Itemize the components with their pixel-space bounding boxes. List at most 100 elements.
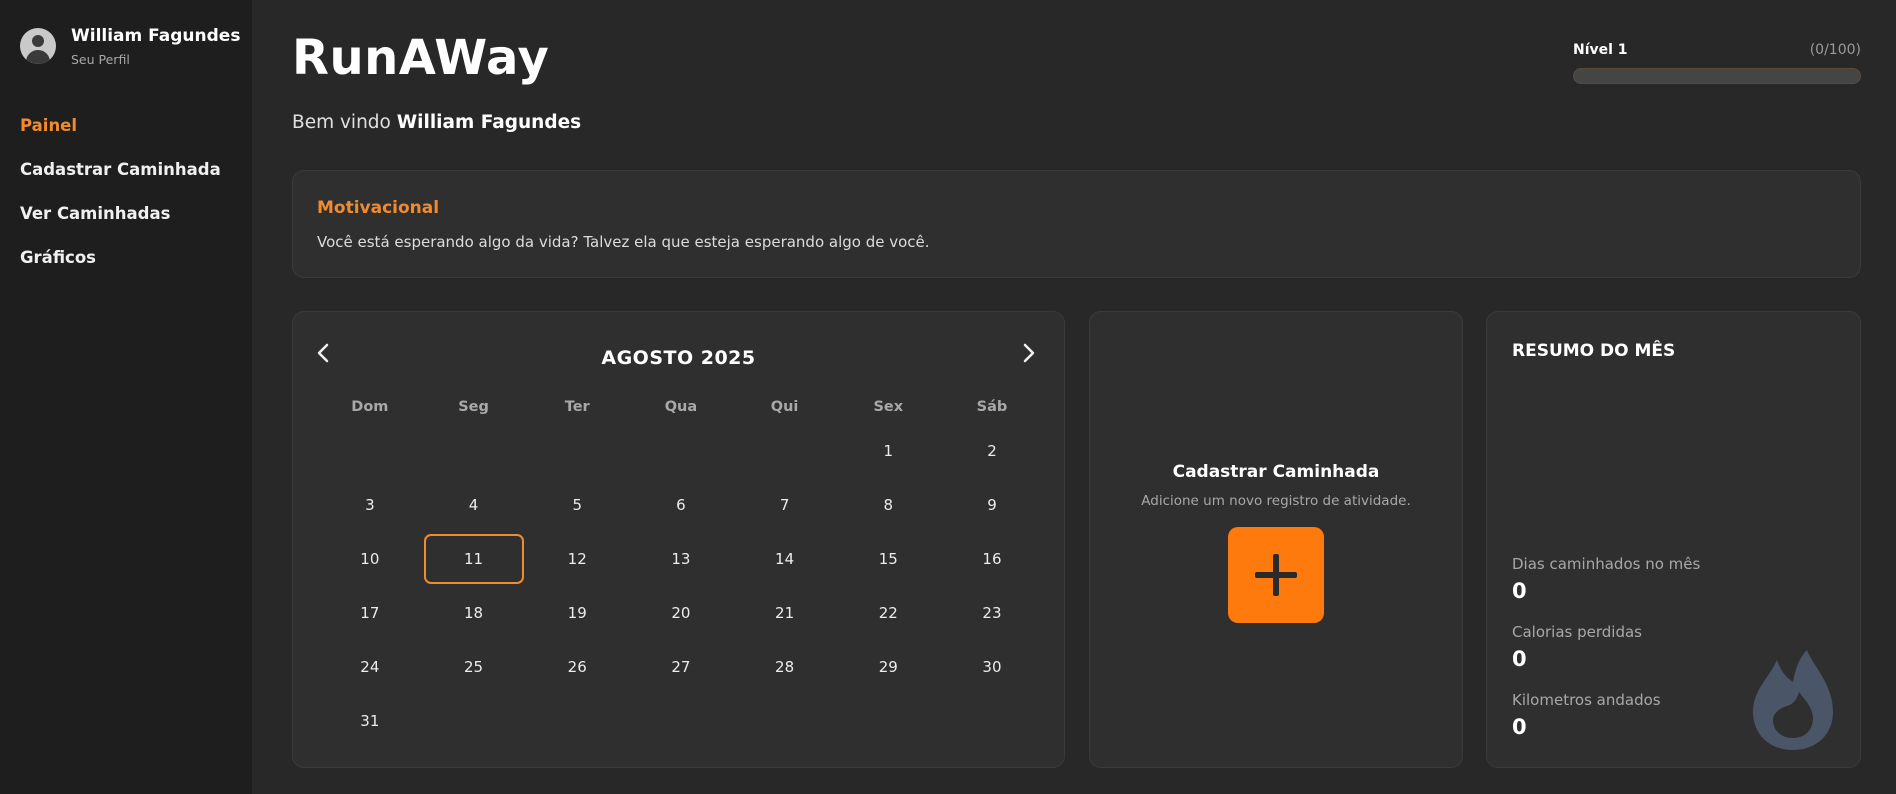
calendar-day[interactable]: 18	[422, 586, 526, 640]
calendar-day[interactable]: 14	[733, 532, 837, 586]
weekday-label: Qua	[664, 399, 698, 415]
welcome-message: Bem vindo William Fagundes	[292, 112, 581, 133]
weekday-label: Qui	[770, 399, 799, 415]
calendar-week-row: 3 4 5 6 7 8 9	[318, 478, 1044, 532]
stat-calories: Calorias perdidas 0	[1512, 623, 1642, 671]
calendar-week-row: 10 11 12 13 14 15 16	[318, 532, 1044, 586]
calendar-day[interactable]: 27	[629, 640, 733, 694]
nav-item-cadastrar-caminhada[interactable]: Cadastrar Caminhada	[20, 159, 221, 203]
calendar-day[interactable]: 7	[733, 478, 837, 532]
calendar-day[interactable]: 13	[629, 532, 733, 586]
calendar-empty-cell	[422, 424, 526, 478]
chevron-right-icon[interactable]	[1017, 342, 1041, 370]
calendar-day-number: 21	[775, 604, 795, 622]
calendar-day[interactable]: 30	[940, 640, 1044, 694]
calendar-day-number: 14	[775, 550, 795, 568]
calendar-day-number: 2	[987, 442, 997, 460]
calendar-day[interactable]: 23	[940, 586, 1044, 640]
stat-value: 0	[1512, 647, 1527, 671]
add-walk-button[interactable]	[1228, 527, 1324, 623]
nav-item-ver-caminhadas[interactable]: Ver Caminhadas	[20, 203, 221, 247]
calendar-day-number	[424, 696, 524, 746]
calendar-empty-cell	[733, 694, 837, 748]
weekday-label: Dom	[351, 399, 389, 415]
calendar-empty-cell	[629, 694, 733, 748]
calendar-week-row: 12	[318, 424, 1044, 478]
calendar-day[interactable]: 5	[525, 478, 629, 532]
calendar-day-number: 1	[883, 442, 894, 460]
calendar-day-number	[527, 696, 627, 746]
welcome-prefix: Bem vindo	[292, 112, 391, 133]
stat-kilometers: Kilometros andados 0	[1512, 691, 1661, 739]
calendar-day-number	[838, 696, 938, 746]
level-label: Nível 1	[1573, 42, 1628, 58]
stat-days-walked: Dias caminhados no mês 0	[1512, 555, 1700, 603]
calendar-day-number: 9	[987, 496, 997, 514]
calendar-day[interactable]: 6	[629, 478, 733, 532]
calendar-day-number: 18	[463, 604, 484, 622]
weekday-label: Seg	[458, 399, 489, 415]
calendar-day[interactable]: 31	[318, 694, 422, 748]
register-walk-title: Cadastrar Caminhada	[1172, 462, 1380, 482]
calendar-day[interactable]: 29	[836, 640, 940, 694]
calendar-day[interactable]: 24	[318, 640, 422, 694]
calendar-day-number: 16	[982, 550, 1002, 568]
stat-label: Calorias perdidas	[1512, 623, 1642, 641]
calendar-day[interactable]: 20	[629, 586, 733, 640]
calendar-day[interactable]: 28	[733, 640, 837, 694]
calendar-day-number: 24	[360, 658, 380, 676]
calendar-day-number: 8	[883, 496, 894, 514]
calendar-day-number: 26	[567, 658, 587, 676]
welcome-name: William Fagundes	[396, 112, 582, 133]
motivational-text: Você está esperando algo da vida? Talvez…	[317, 233, 930, 251]
profile-name: William Fagundes	[71, 26, 241, 46]
calendar-day[interactable]: 2	[940, 424, 1044, 478]
calendar-day[interactable]: 21	[733, 586, 837, 640]
calendar-day-number: 30	[982, 658, 1002, 676]
calendar-empty-cell	[318, 424, 422, 478]
calendar-day[interactable]: 3	[318, 478, 422, 532]
calendar-grid: Dom Seg Ter Qua Qui Sex Sáb 1 2 3 4 5 6 7 8 9 10 11 12 13 1…	[318, 390, 1044, 748]
stat-label: Kilometros andados	[1512, 691, 1661, 709]
calendar-day[interactable]: 19	[525, 586, 629, 640]
stat-value: 0	[1512, 579, 1527, 603]
calendar-day[interactable]: 4	[422, 478, 526, 532]
calendar-day-number: 25	[463, 658, 484, 676]
calendar-day-number: 28	[775, 658, 795, 676]
calendar-day[interactable]: 1	[836, 424, 940, 478]
calendar-day-number	[735, 426, 835, 476]
flame-icon	[1753, 650, 1833, 750]
calendar-day-number	[424, 426, 524, 476]
calendar-weekday-header: Dom Seg Ter Qua Qui Sex Sáb	[318, 390, 1044, 424]
calendar-empty-cell	[422, 694, 526, 748]
sidebar-nav: Painel Cadastrar Caminhada Ver Caminhada…	[20, 115, 221, 291]
profile-link[interactable]: William Fagundes Seu Perfil	[20, 26, 240, 67]
calendar-day[interactable]: 22	[836, 586, 940, 640]
calendar-day[interactable]: 8	[836, 478, 940, 532]
calendar-day[interactable]: 12	[525, 532, 629, 586]
weekday-label: Sáb	[976, 399, 1008, 415]
calendar-day-today[interactable]: 11	[422, 532, 526, 586]
calendar-day[interactable]: 15	[836, 532, 940, 586]
calendar-day[interactable]: 25	[422, 640, 526, 694]
nav-item-graficos[interactable]: Gráficos	[20, 247, 221, 291]
calendar-day-number	[735, 696, 835, 746]
nav-item-painel[interactable]: Painel	[20, 115, 221, 159]
calendar-day[interactable]: 17	[318, 586, 422, 640]
calendar-day[interactable]: 10	[318, 532, 422, 586]
calendar-day-number: 17	[360, 604, 380, 622]
level-progress-bar	[1573, 68, 1861, 84]
level-indicator: Nível 1 (0/100)	[1573, 42, 1861, 84]
calendar-day-number: 31	[360, 712, 380, 730]
calendar-day[interactable]: 16	[940, 532, 1044, 586]
calendar-day-number	[942, 696, 1042, 746]
calendar-day[interactable]: 9	[940, 478, 1044, 532]
calendar-card: AGOSTO 2025 Dom Seg Ter Qua Qui Sex Sáb 123456…	[292, 311, 1065, 768]
calendar-day-number: 22	[878, 604, 898, 622]
calendar-empty-cell	[525, 694, 629, 748]
calendar-day-number: 11	[423, 534, 524, 584]
calendar-week-row: 24 25 26 27 28 29 30	[318, 640, 1044, 694]
calendar-day[interactable]: 26	[525, 640, 629, 694]
calendar-days: 1 2 3 4 5 6 7 8 9 10 11 12 13 14 15 16 17 18 19 20 21 22 23 24 2…	[318, 424, 1044, 748]
month-summary-card: RESUMO DO MÊS Dias caminhados no mês 0 C…	[1486, 311, 1861, 768]
